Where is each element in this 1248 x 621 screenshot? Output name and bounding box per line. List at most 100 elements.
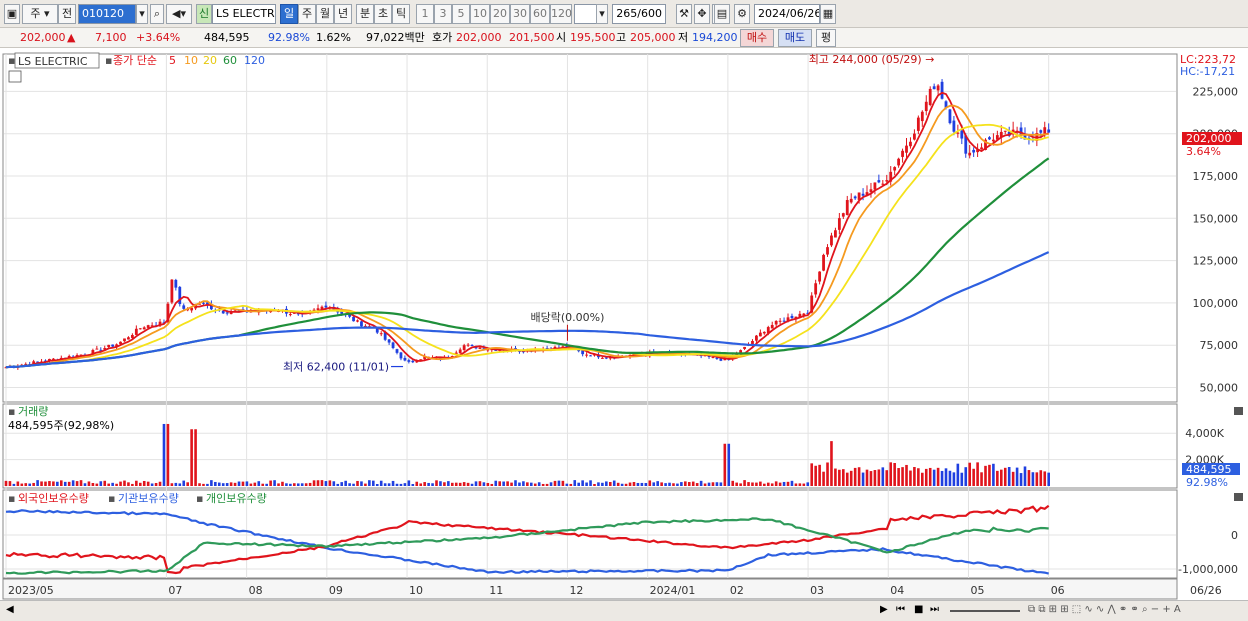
tab-minute[interactable]: 분 bbox=[356, 4, 374, 24]
candle-body bbox=[111, 344, 115, 347]
volume-bar bbox=[952, 472, 956, 486]
interval-20[interactable]: 20 bbox=[490, 4, 510, 24]
chart-scrollbar[interactable]: ◀ ▶ ⏮ ■ ⏭ ⧉ ⧉ ⊞ ⊞ ⬚ ∿ ∿ ⋀ ⚭ ⚭ ⌕ − + A bbox=[0, 600, 1248, 621]
interval-dropdown-icon[interactable]: ▾ bbox=[596, 4, 608, 24]
volume-tick-label: 4,000K bbox=[1185, 427, 1224, 440]
ma-legend-marker: ▪ bbox=[105, 54, 112, 67]
volume-bar bbox=[99, 481, 103, 486]
volume-bar bbox=[1031, 472, 1035, 486]
volume-bar bbox=[407, 480, 411, 486]
tab-week[interactable]: 주 bbox=[298, 4, 316, 24]
candle-body bbox=[360, 321, 363, 327]
volume-bar bbox=[24, 483, 28, 486]
volume-bar bbox=[245, 481, 249, 486]
volume-bar bbox=[123, 480, 126, 486]
open-label: 시 bbox=[556, 31, 567, 44]
flow-legend-marker-2: ▪ bbox=[108, 492, 115, 505]
tool-icons[interactable]: ⧉ ⧉ ⊞ ⊞ ⬚ ∿ ∿ ⋀ ⚭ ⚭ ⌕ − + A bbox=[1028, 604, 1181, 615]
interval-3[interactable]: 3 bbox=[434, 4, 452, 24]
sell-button[interactable]: 매도 bbox=[778, 29, 812, 47]
speaker-icon[interactable]: ◀▾ bbox=[166, 4, 192, 24]
volume-bar bbox=[830, 441, 833, 486]
scroll-right-icon[interactable]: ▶ bbox=[880, 604, 888, 615]
volume-bar bbox=[210, 480, 213, 486]
volume-bar bbox=[253, 482, 257, 486]
code-dropdown-icon[interactable]: ▾ bbox=[136, 4, 148, 24]
candle-body bbox=[758, 332, 762, 337]
interval-5[interactable]: 5 bbox=[452, 4, 470, 24]
settings-icon[interactable]: ⚙ bbox=[734, 4, 750, 24]
chart-area: 225,000200,000175,000150,000125,000100,0… bbox=[0, 48, 1248, 608]
volume-bar bbox=[1023, 466, 1027, 486]
volume-bar bbox=[443, 482, 446, 486]
eval-button[interactable]: 평 bbox=[816, 29, 836, 47]
date-input[interactable]: 2024/06/26 bbox=[754, 4, 820, 24]
volume-bar bbox=[715, 482, 719, 486]
calendar-icon[interactable]: ▦ bbox=[820, 4, 836, 24]
candle-body bbox=[743, 346, 746, 349]
volume-bar bbox=[454, 482, 458, 486]
volume-bar bbox=[293, 483, 296, 486]
x-tick-label: 04 bbox=[890, 584, 904, 597]
stop-icon[interactable]: ■ bbox=[914, 604, 923, 615]
change-arrow-icon: ▲ bbox=[67, 31, 76, 44]
volume-bar bbox=[522, 481, 525, 486]
tab-day[interactable]: 일 bbox=[280, 4, 298, 24]
volume-close-icon[interactable] bbox=[1234, 407, 1243, 415]
period-dropdown[interactable]: 주 ▾ bbox=[22, 4, 58, 24]
volume-bar bbox=[127, 482, 130, 486]
chart-type-icon[interactable]: ▣ bbox=[4, 4, 20, 24]
interval-10[interactable]: 10 bbox=[470, 4, 490, 24]
candle-body bbox=[814, 283, 818, 295]
volume-bar bbox=[699, 480, 703, 486]
volume-bar bbox=[352, 483, 355, 486]
zoom-slider[interactable] bbox=[950, 610, 1020, 612]
volume-bar bbox=[739, 483, 742, 486]
search-icon[interactable]: ⌕ bbox=[150, 4, 164, 24]
tab-year[interactable]: 년 bbox=[334, 4, 352, 24]
flow-axis: 0 -1,000,000 bbox=[1178, 529, 1238, 576]
price-tick-label: 100,000 bbox=[1193, 297, 1239, 310]
tab-second[interactable]: 초 bbox=[374, 4, 392, 24]
volume-bar bbox=[873, 470, 877, 486]
candle-body bbox=[1043, 127, 1047, 134]
volume-bar bbox=[154, 482, 158, 486]
candle-body bbox=[1047, 129, 1051, 133]
candle-body bbox=[123, 338, 126, 342]
stock-chart[interactable]: 225,000200,000175,000150,000125,000100,0… bbox=[0, 48, 1248, 600]
volume-bar bbox=[146, 481, 150, 486]
volume-bar bbox=[395, 483, 399, 486]
stock-code-input[interactable]: 010120 bbox=[78, 4, 136, 24]
interval-30[interactable]: 30 bbox=[510, 4, 530, 24]
volume-bar bbox=[735, 482, 738, 486]
flow-close-icon[interactable] bbox=[1234, 493, 1243, 501]
interval-120[interactable]: 120 bbox=[550, 4, 572, 24]
tab-month[interactable]: 월 bbox=[316, 4, 334, 24]
tab-tick[interactable]: 틱 bbox=[392, 4, 410, 24]
last-page-icon[interactable]: ⏭ bbox=[930, 604, 939, 615]
volume-bar bbox=[510, 482, 513, 486]
volume-bar bbox=[135, 480, 138, 486]
volume-bar bbox=[320, 480, 324, 486]
interval-1[interactable]: 1 bbox=[416, 4, 434, 24]
grid-toggle-icon[interactable] bbox=[8, 70, 22, 83]
prev-button[interactable]: 전 bbox=[58, 4, 76, 24]
crosshair-icon[interactable]: ✥ bbox=[694, 4, 710, 24]
count-field[interactable]: 265/600 bbox=[612, 4, 666, 24]
volume-bar bbox=[178, 483, 182, 486]
interval-60[interactable]: 60 bbox=[530, 4, 550, 24]
first-page-icon[interactable]: ⏮ bbox=[896, 604, 905, 615]
volume-bar bbox=[273, 480, 276, 486]
candle-icon[interactable]: ⚒ bbox=[676, 4, 692, 24]
save-icon[interactable]: ▤ bbox=[714, 4, 730, 24]
volume-bar bbox=[1047, 472, 1050, 486]
candle-body bbox=[841, 213, 845, 217]
volume-bar bbox=[557, 480, 561, 486]
scroll-left-icon[interactable]: ◀ bbox=[6, 604, 14, 615]
volume-bar bbox=[731, 480, 735, 486]
high-price: 205,000 bbox=[630, 31, 676, 44]
volume-bar bbox=[881, 467, 885, 486]
buy-button[interactable]: 매수 bbox=[740, 29, 774, 47]
volume-bar bbox=[818, 464, 821, 486]
volume-bar bbox=[806, 482, 810, 486]
